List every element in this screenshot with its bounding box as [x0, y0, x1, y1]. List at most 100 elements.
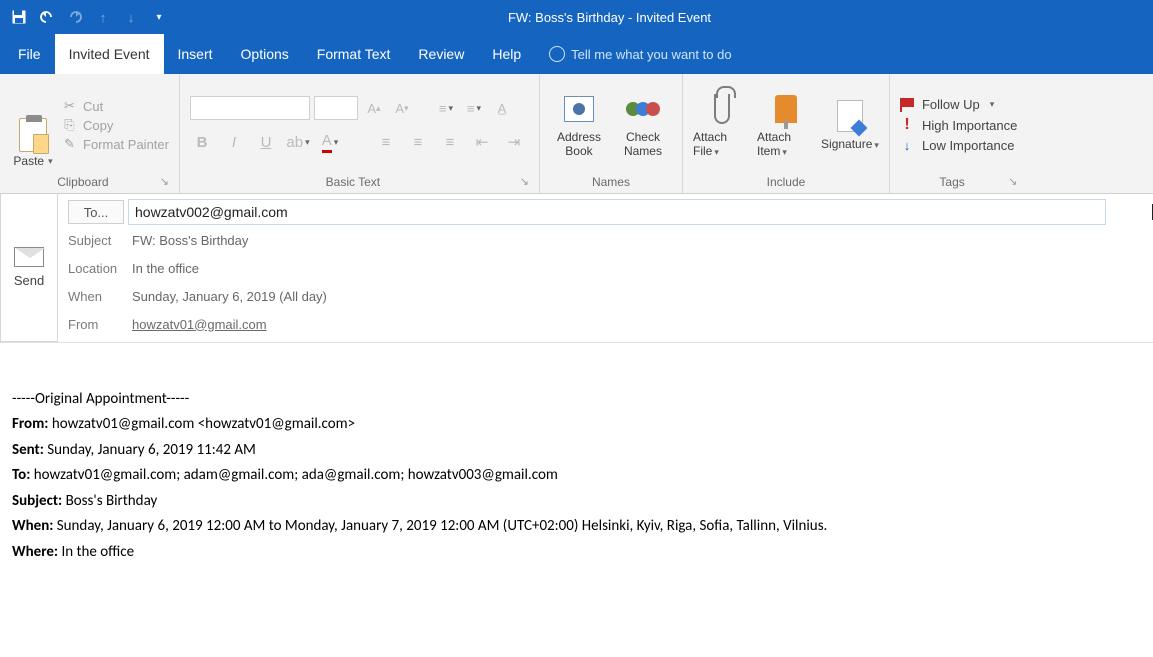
align-center-button[interactable]: ≡ — [406, 130, 430, 154]
body-sent-label: Sent: — [12, 441, 44, 459]
tab-help[interactable]: Help — [478, 34, 535, 74]
body-to-label: To: — [12, 466, 30, 484]
tab-invited-event[interactable]: Invited Event — [55, 34, 164, 74]
decrease-indent-button[interactable]: ⇤ — [470, 130, 494, 154]
cut-button[interactable]: ✂Cut — [62, 99, 169, 114]
body-subject-value: Boss's Birthday — [62, 492, 157, 510]
group-names: Address Book Check Names Names — [540, 74, 683, 193]
paperclip-icon — [714, 94, 730, 124]
group-basic-text: A▴ A▾ ≡▾ ≡▾ A̲ B I U ab▾ A▾ ≡ ≡ ≡ ⇤ ⇥ Ba — [180, 74, 540, 193]
signature-button[interactable]: Signature▾ — [821, 81, 879, 169]
send-button[interactable]: Send — [0, 194, 58, 342]
save-button[interactable] — [6, 4, 32, 30]
numbering-button[interactable]: ≡▾ — [462, 96, 486, 120]
redo-button[interactable] — [62, 4, 88, 30]
send-label: Send — [14, 273, 44, 288]
basic-text-dialog-launcher[interactable]: ↘ — [520, 175, 529, 188]
scissors-icon: ✂ — [62, 99, 77, 114]
signature-icon — [837, 100, 863, 132]
paintbrush-icon: ✎ — [62, 137, 77, 152]
address-book-button[interactable]: Address Book — [550, 81, 608, 169]
tell-me-placeholder: Tell me what you want to do — [571, 47, 731, 62]
follow-up-button[interactable]: Follow Up▾ — [900, 97, 1017, 112]
low-importance-button[interactable]: ↓Low Importance — [900, 138, 1017, 153]
copy-button[interactable]: ⎘Copy — [62, 118, 169, 133]
tab-file[interactable]: File — [4, 34, 55, 74]
tags-group-label: Tags — [939, 175, 964, 189]
envelope-icon — [14, 247, 44, 267]
window-title: FW: Boss's Birthday - Invited Event — [72, 10, 1147, 25]
bold-button[interactable]: B — [190, 130, 214, 154]
increase-font-button[interactable]: A▴ — [362, 96, 386, 120]
italic-button[interactable]: I — [222, 130, 246, 154]
font-color-button[interactable]: A▾ — [318, 130, 342, 154]
location-value: In the office — [128, 261, 199, 276]
ribbon-tabs: File Invited Event Insert Options Format… — [0, 34, 1153, 74]
attach-file-button[interactable]: Attach File▾ — [693, 81, 751, 169]
align-left-button[interactable]: ≡ — [374, 130, 398, 154]
names-group-label: Names — [550, 175, 672, 191]
tags-dialog-launcher[interactable]: ↘ — [1008, 175, 1017, 188]
check-names-button[interactable]: Check Names — [614, 81, 672, 169]
body-where-value: In the office — [58, 543, 134, 561]
format-painter-button[interactable]: ✎Format Painter — [62, 137, 169, 152]
bullets-button[interactable]: ≡▾ — [434, 96, 458, 120]
when-label: When — [58, 289, 128, 304]
increase-indent-button[interactable]: ⇥ — [502, 130, 526, 154]
styles-button[interactable]: A̲ — [490, 96, 514, 120]
highlight-button[interactable]: ab▾ — [286, 130, 310, 154]
original-appointment-divider: -----Original Appointment----- — [12, 387, 1141, 413]
up-arrow-button[interactable]: ↑ — [90, 4, 116, 30]
chevron-down-icon: ▾ — [48, 156, 53, 167]
clipboard-icon — [19, 118, 47, 152]
compose-header: Send To... Subject FW: Boss's Birthday L… — [0, 194, 1153, 343]
flag-icon — [900, 98, 914, 112]
group-tags: Follow Up▾ !High Importance ↓Low Importa… — [890, 74, 1027, 193]
font-size-selector[interactable] — [314, 96, 358, 120]
when-value: Sunday, January 6, 2019 (All day) — [128, 289, 327, 304]
chevron-down-icon: ▾ — [990, 99, 995, 110]
lightbulb-icon — [549, 46, 565, 62]
clipboard-dialog-launcher[interactable]: ↘ — [160, 175, 169, 188]
tab-options[interactable]: Options — [227, 34, 303, 74]
underline-button[interactable]: U — [254, 130, 278, 154]
to-button[interactable]: To... — [68, 200, 124, 224]
body-from-label: From: — [12, 415, 48, 433]
tell-me-search[interactable]: Tell me what you want to do — [535, 46, 731, 62]
ribbon: Paste ▾ ✂Cut ⎘Copy ✎Format Painter Clipbo… — [0, 74, 1153, 194]
paste-label: Paste — [13, 154, 44, 168]
tab-insert[interactable]: Insert — [164, 34, 227, 74]
mail-body[interactable]: -----Original Appointment----- From: how… — [0, 343, 1153, 583]
from-value[interactable]: howzatv01@gmail.com — [128, 317, 267, 332]
down-arrow-button[interactable]: ↓ — [118, 4, 144, 30]
clipboard-group-label: Clipboard — [57, 175, 108, 189]
basic-text-group-label: Basic Text — [326, 175, 380, 189]
subject-value: FW: Boss's Birthday — [128, 233, 248, 248]
include-group-label: Include — [693, 175, 879, 191]
check-names-icon — [628, 102, 658, 116]
down-arrow-icon: ↓ — [900, 138, 914, 153]
tab-review[interactable]: Review — [404, 34, 478, 74]
font-family-selector[interactable] — [190, 96, 310, 120]
undo-button[interactable] — [34, 4, 60, 30]
subject-label: Subject — [58, 233, 128, 248]
paste-button[interactable]: Paste ▾ — [10, 82, 56, 168]
pin-icon — [775, 95, 797, 123]
body-when-label: When: — [12, 517, 53, 535]
decrease-font-button[interactable]: A▾ — [390, 96, 414, 120]
high-importance-button[interactable]: !High Importance — [900, 116, 1017, 134]
body-to-value: howzatv01@gmail.com; adam@gmail.com; ada… — [30, 466, 558, 484]
location-label: Location — [58, 261, 128, 276]
to-field[interactable] — [128, 199, 1106, 225]
exclamation-icon: ! — [900, 116, 914, 134]
tab-format-text[interactable]: Format Text — [303, 34, 405, 74]
body-when-value: Sunday, January 6, 2019 12:00 AM to Mond… — [53, 517, 827, 535]
address-book-icon — [564, 96, 594, 122]
copy-icon: ⎘ — [62, 118, 77, 133]
group-clipboard: Paste ▾ ✂Cut ⎘Copy ✎Format Painter Clipbo… — [0, 74, 180, 193]
attach-item-button[interactable]: Attach Item▾ — [757, 81, 815, 169]
group-include: Attach File▾ Attach Item▾ Signature▾ Inc… — [683, 74, 890, 193]
from-label: From — [58, 317, 128, 332]
body-sent-value: Sunday, January 6, 2019 11:42 AM — [44, 441, 256, 459]
align-right-button[interactable]: ≡ — [438, 130, 462, 154]
